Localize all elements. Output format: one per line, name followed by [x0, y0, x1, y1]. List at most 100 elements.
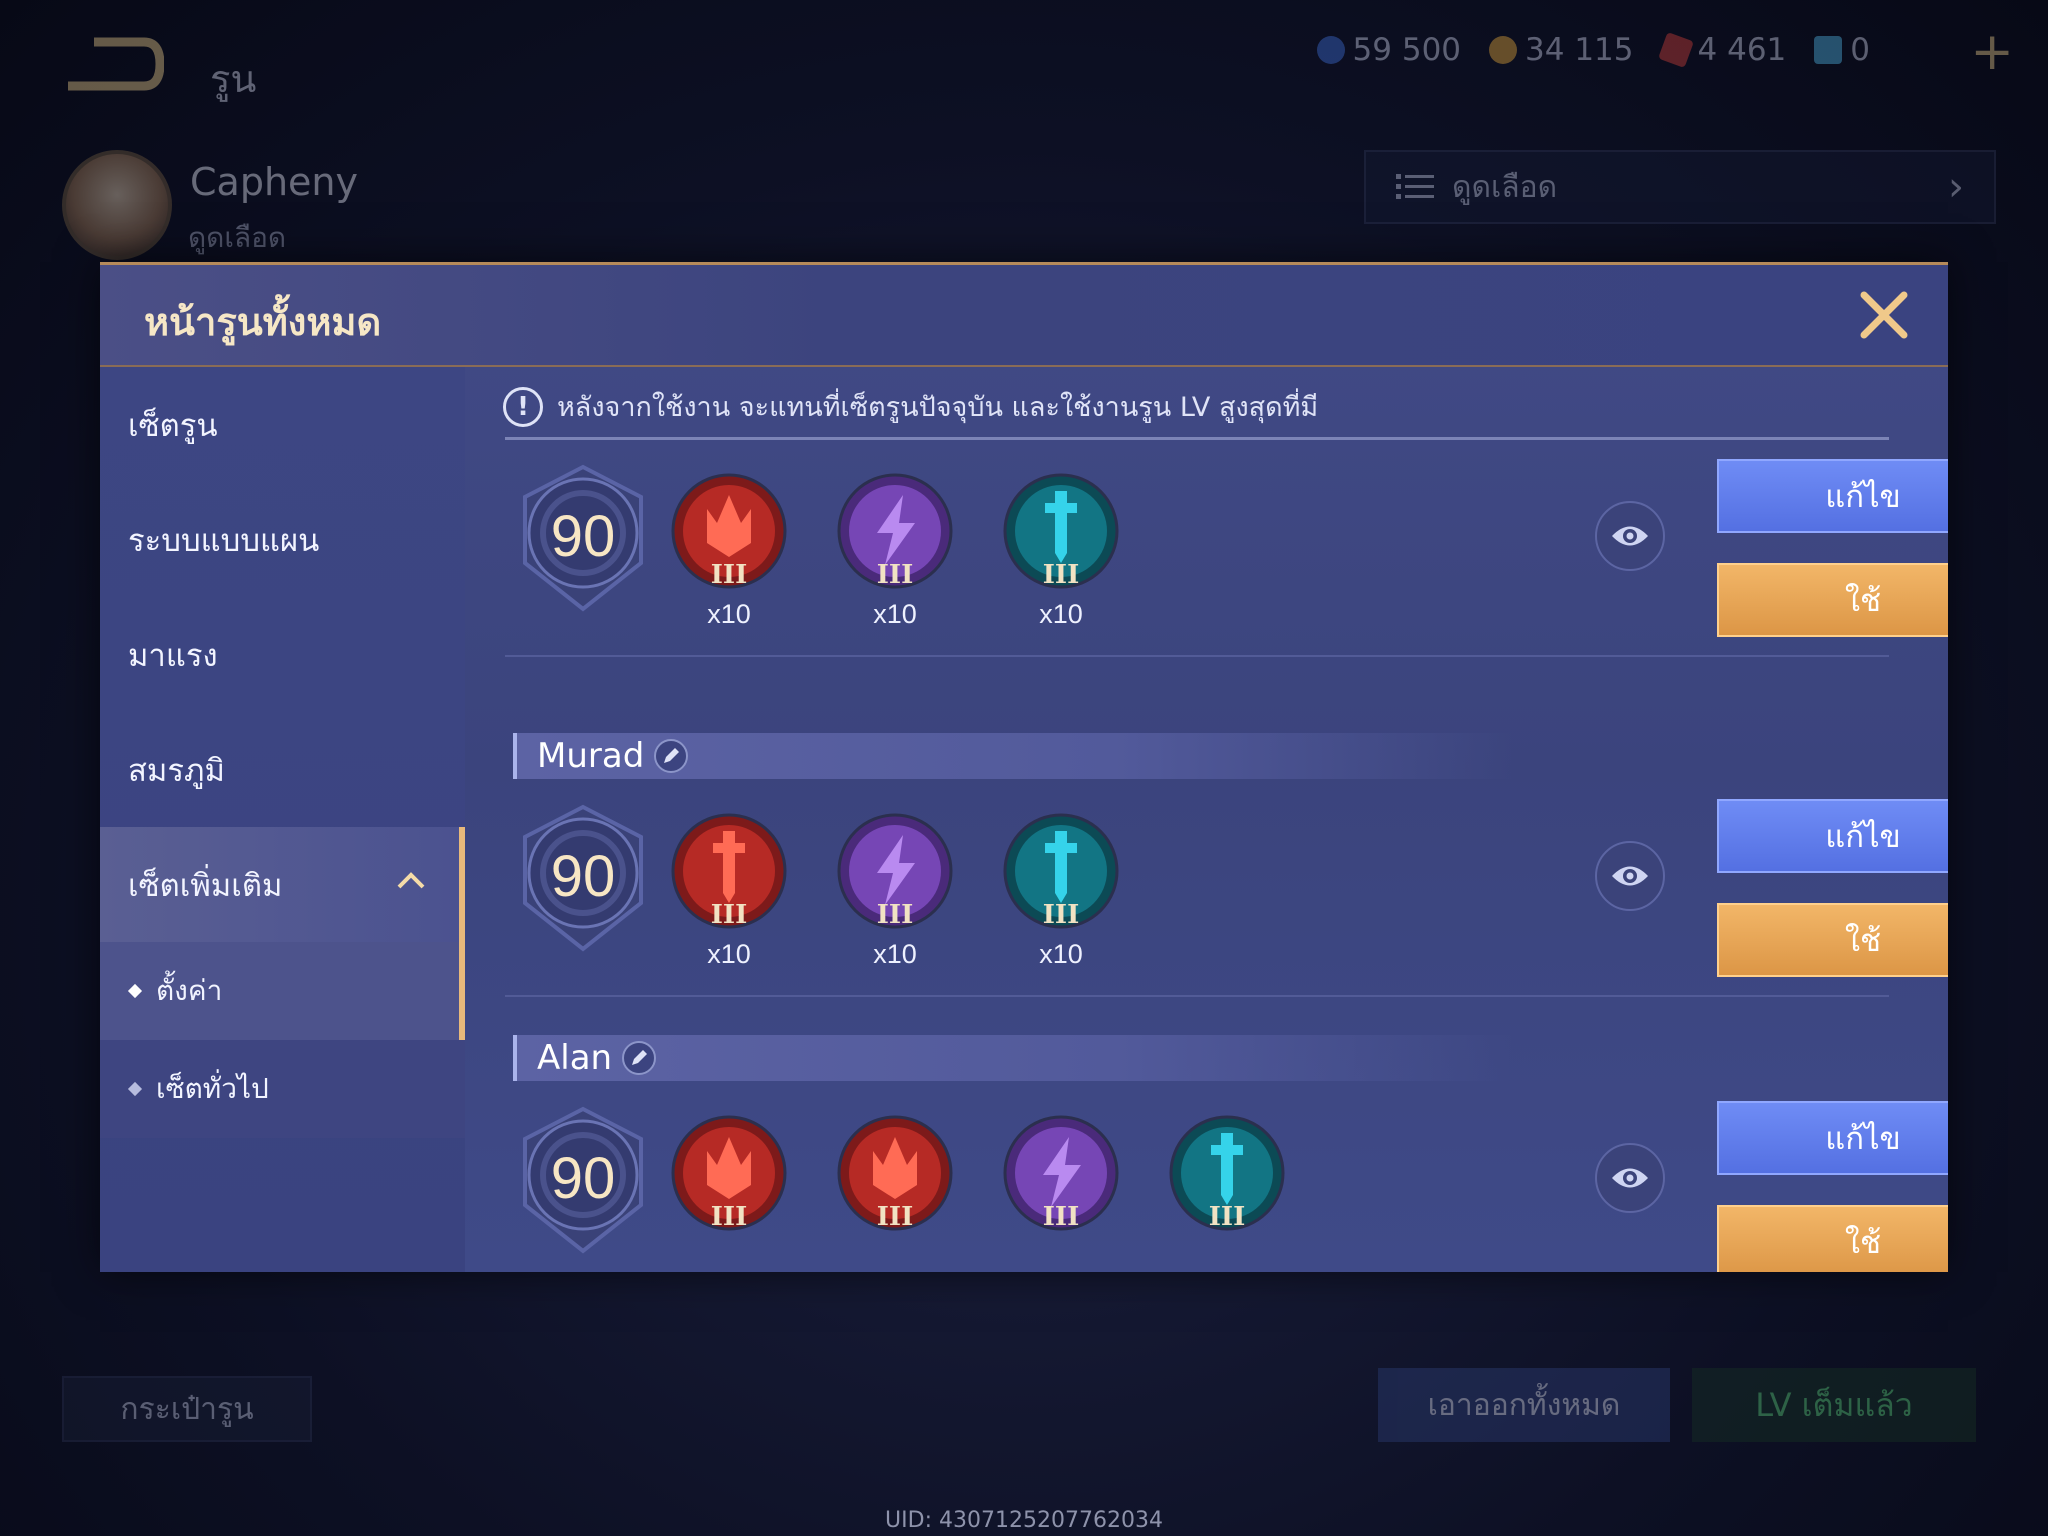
rune-lightning-icon: III [1003, 1115, 1119, 1231]
currency-diamond: 59 500 [1316, 32, 1462, 68]
rune-item[interactable]: III [671, 1115, 787, 1272]
notice-text: หลังจากใช้งาน จะแทนที่เซ็ตรูนปัจจุบัน แล… [557, 392, 1319, 423]
close-icon[interactable] [1858, 289, 1910, 341]
modal-sidebar: เซ็ตรูน ระบบแบบแผน มาแรง สมรภูมิ เซ็ตเพิ… [100, 367, 465, 1272]
sidebar-item-trending[interactable]: มาแรง [100, 597, 465, 712]
rune-level: 90 [550, 1146, 616, 1211]
sidebar-subitem-label: ตั้งค่า [156, 974, 223, 1007]
rune-item[interactable]: III x10 [837, 473, 953, 633]
page-title: รูน [210, 57, 257, 101]
rune-tier: III [877, 560, 914, 589]
rune-item[interactable]: III x10 [837, 813, 953, 973]
rune-item[interactable]: III x10 [671, 473, 787, 633]
use-set-button[interactable]: ใช้ [1717, 903, 1948, 977]
divider [505, 995, 1889, 997]
sidebar-item-battlefield[interactable]: สมรภูมิ [100, 712, 465, 827]
divider [505, 655, 1889, 657]
hero-name: Capheny [190, 160, 358, 204]
rune-item[interactable]: III x10 [671, 813, 787, 973]
rune-set-list[interactable]: ! หลังจากใช้งาน จะแทนที่เซ็ตรูนปัจจุบัน … [465, 367, 1948, 1272]
avatar[interactable] [62, 150, 172, 260]
remove-all-button[interactable]: เอาออกทั้งหมด [1378, 1368, 1670, 1442]
rune-flame-icon: III [671, 1115, 787, 1231]
sidebar-item-extra-sets[interactable]: เซ็ตเพิ่มเติม [100, 827, 465, 942]
sidebar-subitem-general-sets[interactable]: เซ็ตทั่วไป [100, 1040, 465, 1138]
rune-level-badge: 90 [513, 803, 653, 953]
chevron-right-icon: › [1948, 164, 1964, 210]
lv-full-button[interactable]: LV เต็มแล้ว [1692, 1368, 1976, 1442]
modal-title: หน้ารูนทั้งหมด [144, 300, 382, 344]
filter-button[interactable]: ดูดเลือด › [1364, 150, 1996, 224]
set-name-bar: Alan [513, 1035, 1513, 1081]
rune-bag-button[interactable]: กระเป๋ารูน [62, 1376, 312, 1442]
currency-rune-fragment: 4 461 [1657, 32, 1787, 68]
bullet-icon [127, 1081, 143, 1097]
edit-set-button[interactable]: แก้ไข [1717, 459, 1948, 533]
all-rune-pages-modal: หน้ารูนทั้งหมด เซ็ตรูน ระบบแบบแผน มาแรง … [100, 262, 1948, 1272]
voucher-icon [1814, 36, 1843, 64]
back-arrow-icon[interactable] [64, 36, 164, 92]
rune-count: x10 [1039, 939, 1083, 969]
rune-tier: III [1043, 900, 1080, 929]
rune-level: 90 [550, 844, 616, 909]
currency-value: 0 [1850, 32, 1870, 68]
rune-sword-icon: III [1003, 473, 1119, 589]
edit-set-button[interactable]: แก้ไข [1717, 799, 1948, 873]
rune-sword-icon: III [671, 813, 787, 929]
currency-gold: 34 115 [1489, 32, 1634, 68]
edit-set-button[interactable]: แก้ไข [1717, 1101, 1948, 1175]
currency-value: 4 461 [1697, 32, 1787, 68]
sidebar-subitem-settings[interactable]: ตั้งค่า [100, 942, 465, 1040]
add-currency-button[interactable]: + [1970, 26, 2014, 78]
rune-tier: III [711, 1202, 748, 1231]
rune-tier: III [877, 1202, 914, 1231]
currency-value: 59 500 [1352, 32, 1462, 68]
rune-item[interactable]: III x10 [1003, 473, 1119, 633]
divider [505, 437, 1889, 440]
eye-icon [1612, 1168, 1648, 1188]
preview-eye-button[interactable] [1595, 841, 1665, 911]
list-icon [1396, 174, 1434, 199]
sidebar-item-templates[interactable]: ระบบแบบแผน [100, 482, 465, 597]
currency-value: 34 115 [1525, 32, 1634, 68]
eye-icon [1612, 866, 1648, 886]
rune-lightning-icon: III [837, 473, 953, 589]
sidebar-item-label: มาแรง [128, 637, 218, 674]
use-set-button[interactable]: ใช้ [1717, 563, 1948, 637]
exclamation-icon: ! [503, 386, 543, 427]
set-name-bar: Murad [513, 733, 1513, 779]
notice: ! หลังจากใช้งาน จะแทนที่เซ็ตรูนปัจจุบัน … [503, 385, 1318, 428]
rune-item[interactable]: III [1003, 1115, 1119, 1272]
rune-tier: III [711, 560, 748, 589]
sidebar-subitem-label: เซ็ตทั่วไป [156, 1072, 269, 1105]
rune-set-row: 90 III x10 III x10 III x10 แก้ไข ใช้ [465, 443, 1948, 743]
use-set-button[interactable]: ใช้ [1717, 1205, 1948, 1272]
pencil-icon[interactable] [654, 739, 689, 773]
filter-label: ดูดเลือด [1452, 169, 1558, 205]
rune-item[interactable]: III x10 [1003, 813, 1119, 973]
gold-coin-icon [1489, 36, 1518, 64]
rune-set-row: Alan 90 III III III III แก้ไข ใช้ [465, 1035, 1948, 1272]
preview-eye-button[interactable] [1595, 1143, 1665, 1213]
rune-tier: III [1209, 1202, 1246, 1231]
rune-count: x10 [873, 599, 917, 629]
set-name: Alan [537, 1038, 613, 1078]
rune-lightning-icon: III [837, 813, 953, 929]
rune-flame-icon: III [671, 473, 787, 589]
rune-level-badge: 90 [513, 463, 653, 613]
rune-count: x10 [873, 939, 917, 969]
sidebar-item-label: เซ็ตรูน [128, 407, 218, 444]
rune-sword-icon: III [1169, 1115, 1285, 1231]
pencil-icon[interactable] [622, 1041, 657, 1075]
modal-header: หน้ารูนทั้งหมด [100, 265, 1948, 367]
currency-bar: 59 500 34 115 4 461 0 [1316, 32, 1978, 68]
rune-tier: III [877, 900, 914, 929]
rune-tier: III [1043, 1202, 1080, 1231]
bullet-icon [127, 983, 143, 999]
sidebar-item-rune-set[interactable]: เซ็ตรูน [100, 367, 465, 482]
rune-item[interactable]: III [1169, 1115, 1285, 1272]
preview-eye-button[interactable] [1595, 501, 1665, 571]
currency-voucher: 0 [1814, 32, 1870, 68]
rune-item[interactable]: III [837, 1115, 953, 1272]
rune-flame-icon: III [837, 1115, 953, 1231]
